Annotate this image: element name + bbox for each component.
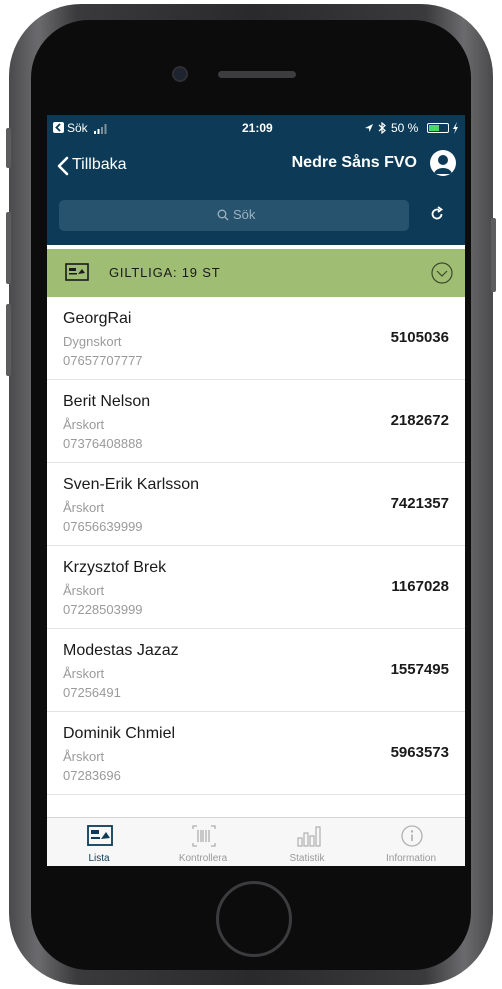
- list-item[interactable]: Modestas Jazaz Årskort 07256491 1557495: [47, 629, 465, 712]
- list-card-icon: [87, 825, 113, 846]
- card-type: Årskort: [63, 417, 105, 432]
- card-code: 1167028: [391, 578, 449, 595]
- bluetooth-icon: [378, 122, 386, 134]
- status-carrier: Sök: [67, 121, 88, 135]
- holder-phone: 07657707777: [63, 353, 143, 368]
- list-item[interactable]: Dominik Chmiel Årskort 07283696 5963573: [47, 712, 465, 795]
- holder-name: Krzysztof Brek: [63, 559, 167, 576]
- app-screen: Sök 21:09 50 % Tillbaka Nedre Såns FVO S…: [47, 115, 465, 866]
- tab-bar: Lista Kontrollera Statistik Information: [47, 817, 465, 866]
- card-code: 2182672: [390, 412, 449, 429]
- status-time: 21:09: [242, 121, 273, 135]
- tab-kontrollera[interactable]: Kontrollera: [151, 818, 255, 866]
- volume-down-button: [6, 304, 11, 376]
- card-type: Årskort: [63, 583, 105, 598]
- tab-label: Information: [385, 853, 437, 864]
- refresh-icon[interactable]: [428, 205, 446, 223]
- status-bar: Sök 21:09 50 %: [47, 115, 465, 143]
- page-title: Nedre Såns FVO: [291, 154, 417, 171]
- card-code: 1557495: [390, 661, 449, 678]
- tab-label: Lista: [88, 853, 110, 864]
- card-list: GeorgRai Dygnskort 07657707777 5105036 B…: [47, 297, 465, 817]
- card-type: Årskort: [63, 749, 105, 764]
- earpiece-speaker: [218, 71, 296, 78]
- tab-lista[interactable]: Lista: [47, 818, 151, 866]
- holder-name: Berit Nelson: [63, 393, 151, 410]
- section-header[interactable]: GILTLIGA: 19 ST: [47, 249, 465, 297]
- card-code: 5105036: [390, 329, 449, 346]
- list-item-partial[interactable]: [47, 795, 465, 815]
- list-item[interactable]: GeorgRai Dygnskort 07657707777 5105036: [47, 297, 465, 380]
- holder-name: Dominik Chmiel: [63, 725, 176, 742]
- info-icon: [401, 825, 423, 847]
- search-input[interactable]: Sök: [59, 200, 409, 231]
- list-item[interactable]: Sven-Erik Karlsson Årskort 07656639999 7…: [47, 463, 465, 546]
- back-button[interactable]: Tillbaka: [55, 153, 145, 181]
- user-avatar-icon: [434, 155, 452, 174]
- holder-name: GeorgRai: [63, 310, 132, 327]
- card-code: 7421357: [390, 495, 449, 512]
- charging-icon: [453, 122, 458, 134]
- power-button: [491, 218, 496, 292]
- tab-statistik[interactable]: Statistik: [255, 818, 359, 866]
- profile-button[interactable]: [430, 150, 456, 176]
- mute-switch: [6, 128, 11, 168]
- front-camera: [172, 66, 188, 82]
- holder-name: Modestas Jazaz: [63, 642, 179, 659]
- signal-icon: [94, 124, 107, 134]
- tab-information[interactable]: Information: [359, 818, 463, 866]
- holder-phone: 07283696: [63, 768, 121, 783]
- holder-phone: 07256491: [63, 685, 121, 700]
- back-to-app-icon[interactable]: [53, 122, 64, 133]
- battery-icon: [427, 123, 449, 133]
- volume-up-button: [6, 212, 11, 284]
- back-label: Tillbaka: [72, 156, 127, 173]
- section-title: GILTLIGA: 19 ST: [109, 265, 221, 280]
- id-card-icon: [65, 263, 89, 281]
- barcode-icon: [192, 825, 216, 847]
- search-icon: [217, 209, 229, 221]
- holder-phone: 07376408888: [63, 436, 143, 451]
- tab-label: Statistik: [289, 853, 325, 864]
- bar-chart-icon: [297, 826, 321, 847]
- list-item[interactable]: Krzysztof Brek Årskort 07228503999 11670…: [47, 546, 465, 629]
- chevron-left-icon: [57, 156, 69, 176]
- list-item[interactable]: Berit Nelson Årskort 07376408888 2182672: [47, 380, 465, 463]
- search-bar: Sök: [47, 199, 465, 245]
- card-code: 5963573: [390, 744, 449, 761]
- tab-label: Kontrollera: [178, 853, 228, 864]
- location-arrow-icon: [365, 124, 373, 132]
- truncated-name-fragment: [63, 809, 183, 815]
- card-type: Årskort: [63, 666, 105, 681]
- holder-phone: 07656639999: [63, 519, 143, 534]
- chevron-down-icon[interactable]: [431, 262, 453, 284]
- holder-name: Sven-Erik Karlsson: [63, 476, 200, 493]
- card-type: Årskort: [63, 500, 105, 515]
- card-type: Dygnskort: [63, 334, 122, 349]
- home-button[interactable]: [216, 881, 292, 957]
- holder-phone: 07228503999: [63, 602, 143, 617]
- search-placeholder: Sök: [233, 207, 256, 222]
- battery-percent: 50 %: [391, 121, 419, 135]
- nav-bar: Tillbaka Nedre Såns FVO: [47, 143, 465, 199]
